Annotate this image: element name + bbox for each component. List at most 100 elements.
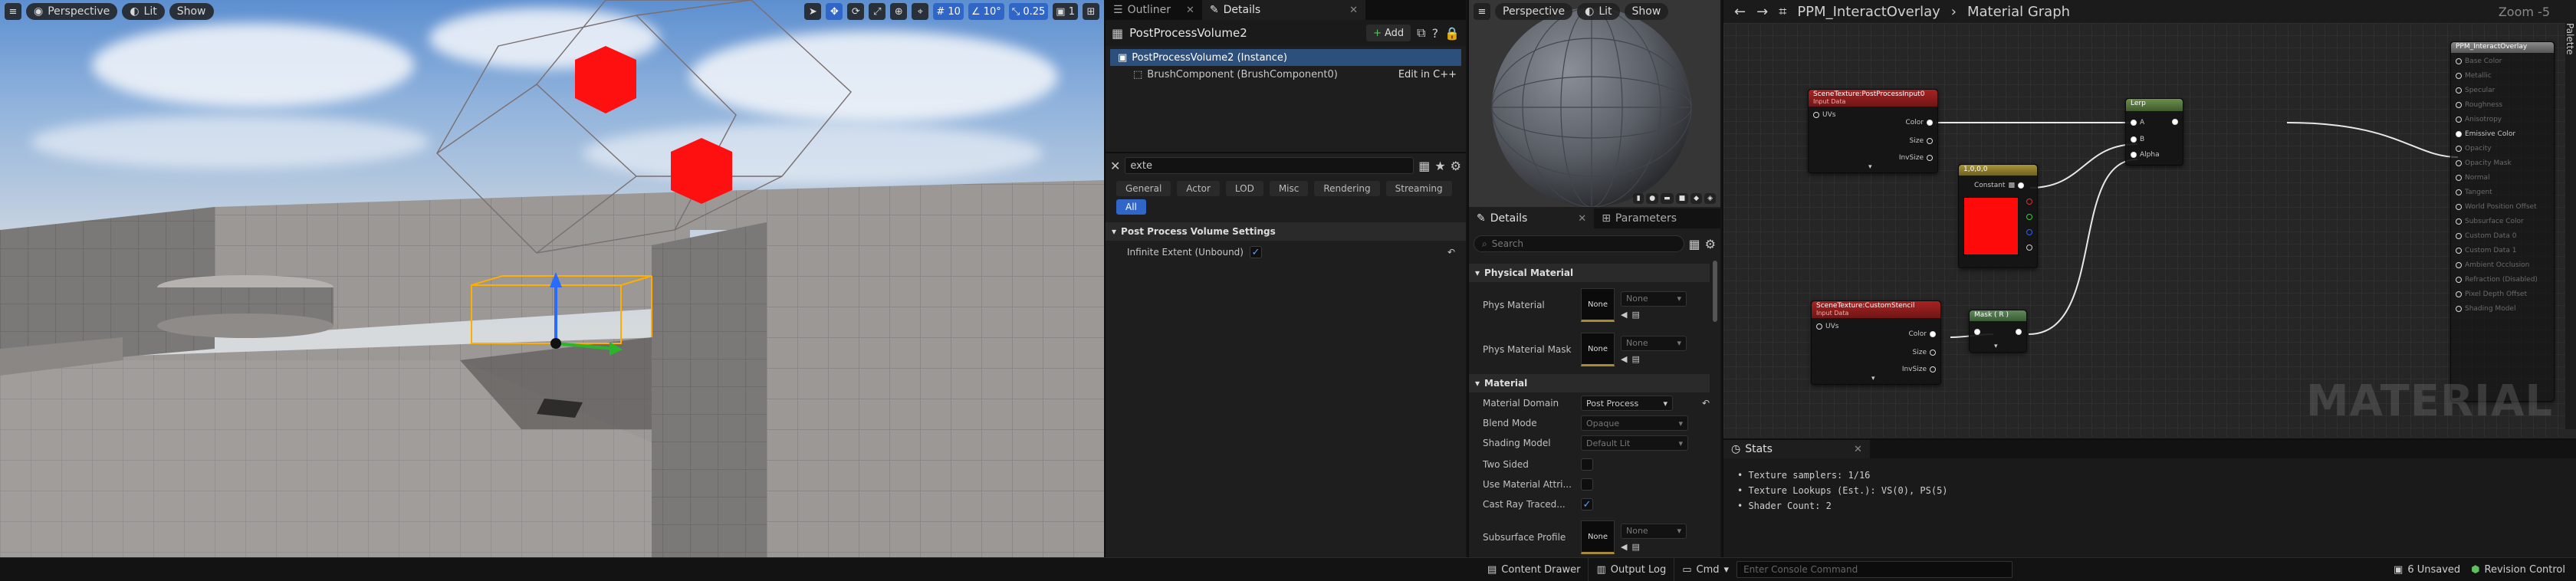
material-search-input[interactable]: ⌕ Search (1474, 235, 1684, 252)
chevron-down-icon[interactable]: ▾ (1994, 343, 1998, 350)
two-sided-checkbox[interactable]: ✓ (1581, 458, 1593, 471)
phys-material-thumbnail[interactable]: None (1581, 288, 1615, 322)
details-scrollbar[interactable] (1713, 261, 1717, 322)
pin-uvs[interactable]: UVs (1813, 111, 1835, 119)
preview-plane-icon[interactable]: ▬ (1661, 193, 1674, 204)
cast-ray-traced-checkbox[interactable]: ✓ (1581, 498, 1593, 510)
chevron-down-icon[interactable]: ▾ (1868, 163, 1872, 171)
node-scene-texture-stencil[interactable]: SceneTexture:CustomStencil Input Data UVs… (1811, 300, 1941, 385)
reset-icon[interactable]: ↶ (1702, 398, 1710, 409)
output-pin[interactable]: Metallic (2456, 72, 2538, 80)
filter-rendering[interactable]: Rendering (1314, 181, 1380, 196)
browse-icon[interactable]: ◀ (1621, 354, 1627, 364)
material-preview-viewport[interactable]: ≡ Perspective ◐ Lit Show ▮ ● ▬ ■ ◆ ◈ (1469, 0, 1720, 207)
camera-speed-button[interactable]: ▣ 1 (1053, 3, 1078, 20)
pin-mask-out[interactable] (2016, 329, 2022, 335)
output-pin[interactable]: Specular (2456, 87, 2538, 94)
preview-teapot-icon[interactable]: ◈ (1704, 193, 1716, 204)
pin-constant-out[interactable]: Constant ▩ (1974, 182, 2024, 189)
preview-mesh-icon[interactable]: ◆ (1691, 193, 1703, 204)
output-pin[interactable]: Shading Model (2456, 305, 2538, 313)
palette-tab[interactable]: Palette (2564, 0, 2576, 429)
output-pin[interactable]: Opacity Mask (2456, 159, 2538, 167)
output-pin[interactable]: Refraction (Disabled) (2456, 276, 2538, 284)
folder-icon[interactable]: ▤ (1631, 354, 1639, 364)
graph-canvas[interactable]: SceneTexture:PostProcessInput0 Input Data… (1723, 23, 2567, 437)
component-row[interactable]: ▣ PostProcessVolume2 (Instance) (1110, 49, 1461, 66)
tab-parameters[interactable]: ⊞ Parameters (1594, 208, 1684, 228)
edit-in-cpp-link[interactable]: Edit in C++ (1398, 69, 1457, 80)
preview-show-button[interactable]: Show (1624, 3, 1669, 20)
rotation-snap-button[interactable]: ∠ 10° (968, 3, 1004, 20)
component-row[interactable]: ⬚ BrushComponent (BrushComponent0) Edit i… (1110, 66, 1461, 83)
output-pin[interactable]: Emissive Color (2456, 130, 2538, 138)
console-command-input[interactable]: Enter Console Command (1737, 561, 2013, 578)
pin-lerp-out[interactable] (2172, 119, 2178, 125)
phys-material-mask-dropdown[interactable]: None ▾ (1621, 335, 1687, 351)
node-scene-texture-postprocess[interactable]: SceneTexture:PostProcessInput0 Input Data… (1808, 89, 1938, 173)
node-material-output[interactable]: PPM_InteractOverlay Base Color Metallic Sp… (2450, 41, 2555, 402)
lock-icon[interactable]: 🔒 (1444, 26, 1460, 41)
rotate-mode-icon[interactable]: ⟳ (847, 3, 865, 20)
category-material[interactable]: ▾ Material (1469, 374, 1710, 392)
phys-material-mask-thumbnail[interactable]: None (1581, 333, 1615, 366)
output-pin[interactable]: Normal (2456, 174, 2538, 182)
chevron-down-icon[interactable]: ▾ (1871, 375, 1875, 382)
close-icon[interactable]: ✕ (1186, 5, 1194, 16)
favorite-icon[interactable]: ★ (1434, 159, 1445, 173)
output-pin[interactable]: Tangent (2456, 189, 2538, 196)
close-icon[interactable]: ✕ (1349, 5, 1358, 16)
grid-snap-button[interactable]: # 10 (933, 3, 964, 20)
output-pin[interactable]: Pixel Depth Offset (2456, 290, 2538, 298)
pin-invsize-out[interactable]: InvSize (1899, 154, 1933, 162)
revision-control-button[interactable]: ⬢ Revision Control (2471, 564, 2576, 576)
menu-icon[interactable]: ≡ (5, 3, 21, 20)
filter-misc[interactable]: Misc (1269, 181, 1309, 196)
close-icon[interactable]: ✕ (1854, 444, 1862, 455)
output-pin[interactable]: Anisotropy (2456, 116, 2538, 123)
pin-alpha[interactable]: Alpha (2131, 151, 2160, 159)
filter-lod[interactable]: LOD (1225, 181, 1263, 196)
forward-arrow-icon[interactable]: → (1756, 4, 1768, 20)
pin-size-out[interactable]: Size (1913, 349, 1936, 356)
reset-icon[interactable]: ↶ (1447, 247, 1455, 258)
subsurface-profile-dropdown[interactable]: None ▾ (1621, 523, 1687, 539)
output-pin[interactable]: Opacity (2456, 145, 2538, 153)
pin-color-out[interactable]: Color (1909, 330, 1936, 338)
select-mode-icon[interactable]: ➤ (804, 3, 822, 20)
output-pin[interactable]: Custom Data 0 (2456, 232, 2538, 240)
pin-size-out[interactable]: Size (1910, 137, 1933, 145)
output-pin[interactable]: Custom Data 1 (2456, 247, 2538, 254)
pin-a[interactable]: A (2131, 119, 2144, 126)
folder-icon[interactable]: ▤ (1631, 310, 1639, 320)
clear-search-icon[interactable]: ✕ (1110, 159, 1120, 173)
category-physical-material[interactable]: ▾ Physical Material (1469, 264, 1710, 282)
node-lerp[interactable]: Lerp A B Alpha (2125, 98, 2183, 166)
content-drawer-button[interactable]: ▤ Content Drawer (1480, 558, 1589, 581)
maximize-viewport-icon[interactable]: ⊞ (1083, 3, 1099, 20)
details-search-input[interactable]: exte (1125, 157, 1414, 174)
browse-icon[interactable]: ◀ (1621, 310, 1627, 320)
menu-icon[interactable]: ≡ (1474, 3, 1490, 20)
shading-model-dropdown[interactable]: Default Lit ▾ (1581, 435, 1688, 451)
preview-sphere-icon[interactable]: ● (1646, 193, 1659, 204)
breadcrumb-asset[interactable]: PPM_InteractOverlay (1797, 4, 1940, 20)
scale-snap-button[interactable]: ⤡ 0.25 (1008, 3, 1049, 20)
phys-material-dropdown[interactable]: None ▾ (1621, 290, 1687, 307)
back-arrow-icon[interactable]: ← (1734, 4, 1746, 20)
preview-lit-button[interactable]: ◐ Lit (1577, 3, 1620, 20)
pin-uvs[interactable]: UVs (1816, 323, 1838, 330)
filter-streaming[interactable]: Streaming (1385, 181, 1452, 196)
pin-mask-in[interactable] (1974, 329, 1980, 335)
material-domain-dropdown[interactable]: Post Process ▾ (1581, 396, 1673, 411)
node-component-mask[interactable]: Mask ( R ) ▾ (1969, 310, 2027, 353)
world-space-icon[interactable]: ⊕ (890, 3, 908, 20)
pin-g-icon[interactable] (2026, 214, 2032, 220)
lit-button[interactable]: ◐ Lit (122, 3, 165, 20)
browse-icon[interactable]: ◀ (1621, 542, 1627, 552)
node-constant4vector[interactable]: 1,0,0,0 Constant ▩ (1958, 164, 2038, 268)
settings-icon[interactable]: ⚙ (1705, 237, 1716, 251)
output-pin[interactable]: Base Color (2456, 57, 2538, 65)
surface-snap-icon[interactable]: ⌖ (912, 3, 929, 20)
help-icon[interactable]: ? (1432, 26, 1439, 41)
